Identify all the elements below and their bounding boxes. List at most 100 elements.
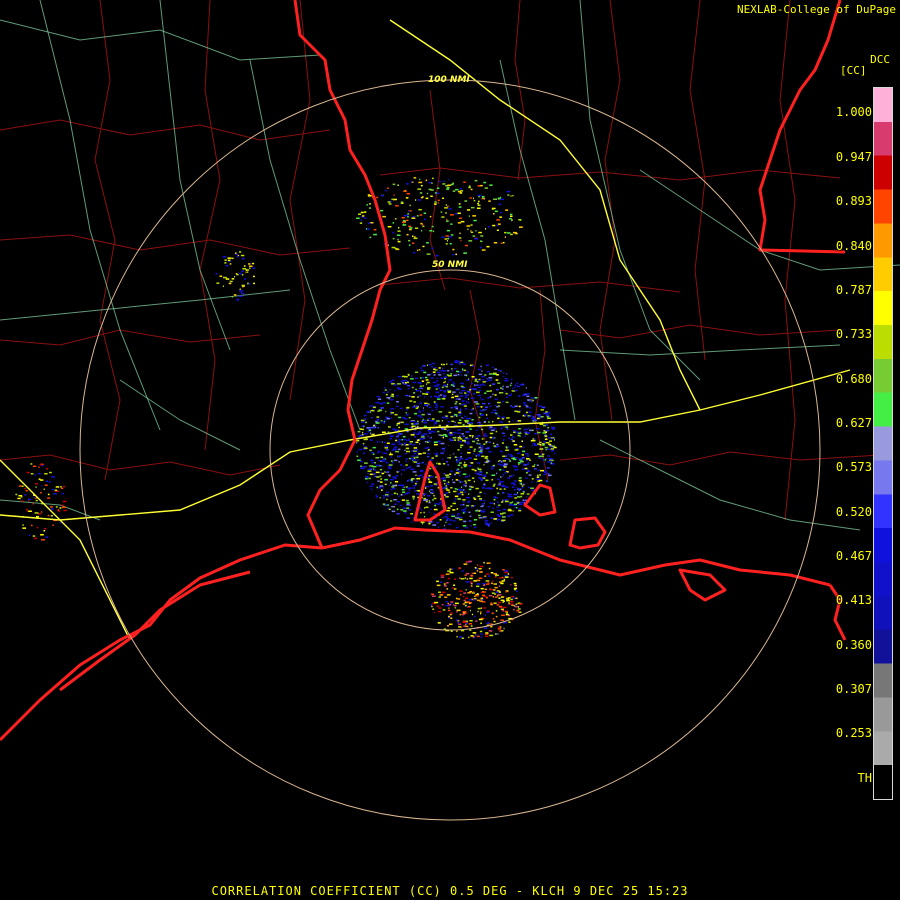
echo-pixel (471, 613, 473, 616)
echo-pixel (515, 590, 518, 592)
echo-pixel (505, 401, 509, 404)
echo-pixel (369, 485, 374, 488)
echo-pixel (547, 472, 550, 475)
echo-pixel (457, 394, 459, 396)
echo-pixel (508, 437, 510, 440)
echo-pixel (376, 395, 381, 398)
echo-pixel (406, 381, 409, 384)
echo-pixel (366, 481, 369, 484)
echo-pixel (403, 442, 407, 444)
echo-pixel (379, 497, 381, 499)
echo-pixel (432, 499, 434, 501)
echo-pixel (63, 509, 67, 512)
echo-pixel (420, 512, 422, 514)
echo-pixel (240, 254, 245, 257)
echo-pixel (442, 183, 446, 185)
echo-pixel (515, 605, 519, 608)
echo-pixel (438, 463, 441, 465)
echo-pixel (427, 453, 431, 455)
echo-pixel (389, 389, 391, 391)
echo-pixel (396, 395, 399, 397)
echo-pixel (427, 388, 430, 390)
echo-pixel (408, 417, 411, 419)
echo-pixel (470, 486, 474, 488)
echo-pixel (491, 420, 494, 423)
echo-pixel (34, 512, 39, 514)
echo-pixel (471, 376, 475, 378)
echo-pixel (466, 496, 470, 499)
echo-pixel (424, 402, 428, 405)
echo-pixel (460, 446, 462, 449)
echo-pixel (427, 429, 431, 432)
echo-pixel (484, 516, 487, 519)
echo-pixel (469, 197, 472, 199)
echo-pixel (531, 445, 533, 447)
echo-pixel (410, 181, 413, 183)
echo-pixel (385, 494, 389, 496)
echo-pixel (509, 218, 512, 220)
echo-pixel (478, 514, 481, 517)
echo-pixel (365, 478, 368, 480)
echo-pixel (370, 488, 373, 491)
echo-pixel (492, 366, 494, 369)
echo-pixel (450, 470, 453, 472)
echo-pixel (550, 462, 553, 464)
echo-pixel (517, 432, 522, 434)
echo-pixel (438, 411, 443, 413)
echo-pixel (406, 192, 410, 195)
echo-pixel (456, 636, 458, 638)
echo-pixel (453, 588, 457, 590)
echo-pixel (507, 573, 510, 575)
echo-pixel (505, 486, 509, 488)
echo-pixel (408, 244, 411, 246)
echo-pixel (461, 400, 465, 402)
echo-pixel (453, 431, 457, 434)
echo-pixel (454, 517, 458, 519)
echo-pixel (445, 521, 447, 524)
echo-pixel (369, 439, 373, 441)
echo-pixel (504, 500, 509, 503)
echo-pixel (472, 235, 476, 237)
echo-pixel (488, 373, 493, 375)
echo-pixel (436, 383, 440, 386)
echo-pixel (44, 473, 48, 475)
echo-pixel (245, 269, 249, 271)
echo-pixel (419, 192, 423, 194)
echo-pixel (447, 237, 449, 240)
echo-pixel (50, 515, 53, 517)
echo-pixel (503, 435, 506, 437)
echo-pixel (478, 471, 483, 473)
echo-pixel (532, 442, 536, 445)
echo-pixel (477, 386, 481, 389)
echo-pixel (458, 498, 461, 500)
echo-pixel (549, 440, 552, 442)
echo-pixel (483, 181, 487, 184)
echo-pixel (432, 177, 434, 180)
echo-pixel (406, 503, 410, 506)
echo-pixel (468, 599, 472, 601)
echo-pixel (465, 400, 468, 403)
echo-pixel (521, 456, 525, 459)
echo-pixel (421, 413, 425, 416)
echo-pixel (456, 609, 461, 612)
echo-pixel (457, 439, 460, 441)
echo-pixel (430, 508, 432, 511)
echo-pixel (458, 237, 462, 239)
echo-pixel (455, 398, 458, 400)
echo-pixel (529, 459, 531, 461)
echo-pixel (448, 379, 452, 381)
echo-pixel (471, 477, 475, 479)
echo-pixel (455, 253, 457, 256)
echo-pixel (501, 519, 506, 521)
echo-pixel (461, 374, 462, 376)
echo-pixel (474, 238, 479, 240)
echo-pixel (536, 417, 540, 420)
echo-pixel (411, 375, 413, 377)
echo-pixel (492, 485, 495, 487)
echo-pixel (380, 209, 384, 212)
echo-pixel (435, 428, 437, 430)
echo-pixel (479, 246, 482, 249)
echo-pixel (460, 239, 462, 242)
echo-pixel (497, 382, 501, 384)
echo-pixel (412, 471, 417, 473)
